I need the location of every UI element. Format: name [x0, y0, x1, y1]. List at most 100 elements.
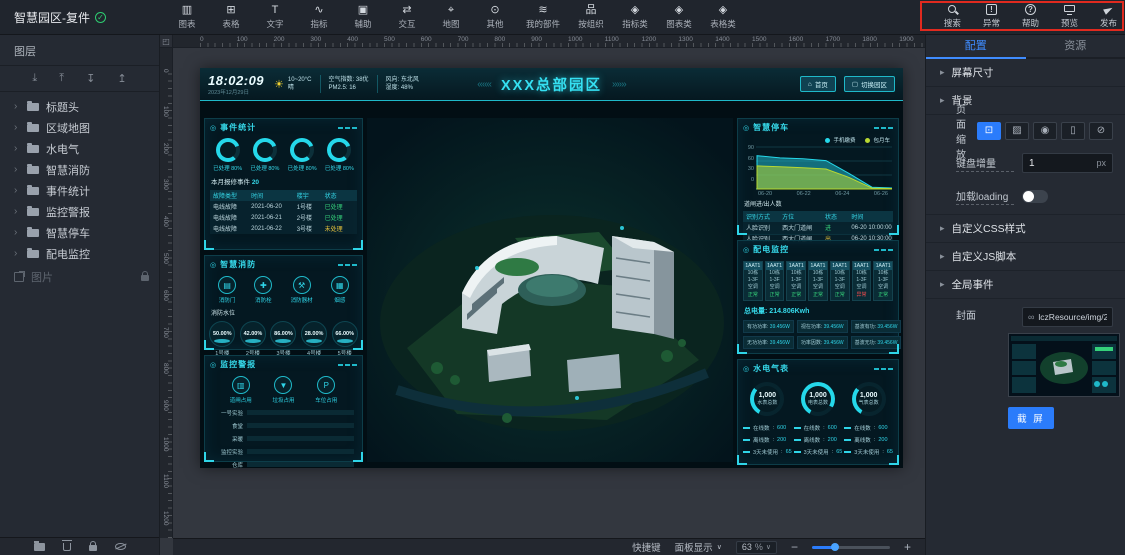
expand-caret-icon[interactable]: › — [14, 185, 20, 196]
layer-order-icon[interactable]: ⤓ — [32, 72, 37, 85]
tab-config[interactable]: 配置 — [926, 35, 1026, 59]
cover-url-field[interactable]: ∞ lczResource/img/2/d727a940 — [1022, 307, 1113, 327]
toolbar-item[interactable]: ⊙ 其他 — [482, 4, 508, 30]
toolbar-right-icon — [1063, 3, 1076, 16]
toolbar-item[interactable]: ◈ 指标类 — [622, 4, 648, 30]
shortcuts-button[interactable]: 快捷键 — [632, 540, 661, 554]
ruler-corner-toggle[interactable]: ◰ — [160, 35, 173, 48]
delete-icon[interactable] — [63, 543, 71, 551]
monitor-device: ▼ 垃圾占用 — [272, 376, 294, 404]
toolbar-right-item[interactable]: 发布 — [1100, 3, 1117, 29]
zoom-out-button[interactable]: − — [791, 540, 798, 554]
toolbar-item[interactable]: ≋ 我的部件 — [526, 4, 560, 30]
toolbar-right-icon — [985, 3, 998, 16]
section-screen-size[interactable]: ▸ 屏幕尺寸 — [926, 59, 1125, 87]
toolbar-right-item[interactable]: 异常 — [983, 3, 1000, 29]
toolbar-item[interactable]: ▥ 图表 — [174, 4, 200, 30]
time-text: 18:02:09 — [208, 73, 264, 88]
toolbar-right-item[interactable]: 搜索 — [944, 3, 961, 29]
panel-dashes-icon — [874, 127, 893, 129]
panel-power-monitor[interactable]: ◎ 配电监控 1AAT1 10栋 1-3F 空调 正常 — [737, 240, 899, 354]
loading-toggle[interactable] — [1022, 190, 1048, 203]
page-zoom-mode-button[interactable]: ⊘ — [1089, 122, 1113, 140]
expand-caret-icon[interactable]: › — [14, 206, 20, 217]
hide-layers-icon[interactable] — [115, 543, 126, 550]
dashboard-header[interactable]: 18:02:09 2023年12月29日 ☀ 10~20°C 晴 空气指数: 3… — [200, 68, 903, 101]
layer-order-icon[interactable]: ↧ — [86, 72, 95, 85]
layer-image-item[interactable]: 图片 — [0, 266, 159, 287]
toolbar-right-item[interactable]: 帮助 — [1022, 3, 1039, 29]
toolbar-item-label: 图表类 — [666, 18, 692, 30]
group-folder-icon[interactable] — [34, 543, 45, 551]
panel-utility-meters[interactable]: ◎ 水电气表 1,000 水表总数 — [737, 359, 899, 465]
dashboard-canvas[interactable]: 18:02:09 2023年12月29日 ☀ 10~20°C 晴 空气指数: 3… — [200, 68, 903, 468]
expand-caret-icon[interactable]: › — [14, 227, 20, 238]
page-zoom-mode-button[interactable]: ▨ — [1005, 122, 1029, 140]
x-tick: 06-20 — [758, 191, 772, 197]
layer-group-item[interactable]: › 智慧消防 — [0, 159, 159, 180]
toolbar-item[interactable]: ⊞ 表格 — [218, 4, 244, 30]
page-zoom-mode-button[interactable]: ◉ — [1033, 122, 1057, 140]
toolbar-item-label: 交互 — [398, 18, 415, 30]
layer-group-item[interactable]: › 配电监控 — [0, 243, 159, 264]
panel-title: 监控警报 — [220, 359, 334, 370]
panel-display-dropdown[interactable]: 面板显示 ∨ — [675, 540, 722, 554]
layer-group-item[interactable]: › 智慧停车 — [0, 222, 159, 243]
panel-event-stats[interactable]: ◎ 事件统计 已处理 80% 已处理 80% — [204, 118, 363, 250]
expand-caret-icon[interactable]: › — [14, 248, 20, 259]
lock-icon[interactable] — [141, 275, 149, 281]
ring-gauge — [290, 138, 314, 162]
expand-caret-icon[interactable]: › — [14, 101, 20, 112]
transformer-status: 正常 — [874, 291, 892, 298]
section-custom-js[interactable]: ▸ 自定义JS脚本 — [926, 243, 1125, 271]
screenshot-button[interactable]: 截 屏 — [1008, 407, 1054, 429]
toolbar-item[interactable]: ⌖ 地图 — [438, 4, 464, 30]
canvas-area[interactable]: 18:02:09 2023年12月29日 ☀ 10~20°C 晴 空气指数: 3… — [173, 48, 925, 538]
alarm-bar-track — [247, 462, 354, 467]
x-tick: 06-22 — [797, 191, 811, 197]
zoom-select[interactable]: 63 % ∨ — [736, 541, 777, 554]
fire-device: ▦ 烟感 — [331, 276, 349, 304]
alarm-bar-label: 食堂 — [209, 422, 243, 430]
cover-thumbnail[interactable] — [1008, 333, 1120, 397]
transformer-status: 正常 — [831, 291, 849, 298]
layer-group-item[interactable]: › 区域地图 — [0, 117, 159, 138]
panel-monitor-alarm[interactable]: ◎ 监控警报 ▥ 道闸占用 ▼ 垃圾占用 — [204, 355, 363, 462]
fire-device-label: 烟感 — [334, 296, 345, 304]
toolbar-item[interactable]: ⇄ 交互 — [394, 4, 420, 30]
layer-group-item[interactable]: › 监控警报 — [0, 201, 159, 222]
toolbar-item[interactable]: T 文字 — [262, 4, 288, 30]
page-zoom-mode-button[interactable]: ▯ — [1061, 122, 1085, 140]
keyboard-step-input[interactable] — [1029, 158, 1096, 169]
layer-order-icon[interactable]: ↥ — [117, 72, 126, 85]
lock-layers-icon[interactable] — [89, 545, 97, 551]
tab-resources[interactable]: 资源 — [1026, 35, 1125, 57]
layer-order-icon[interactable]: ⤒ — [59, 72, 64, 85]
section-global-events[interactable]: ▸ 全局事件 — [926, 271, 1125, 299]
folder-icon — [27, 250, 39, 258]
ring-gauge-label: 已处理 80% — [213, 164, 242, 172]
expand-caret-icon[interactable]: › — [14, 122, 20, 133]
zoom-slider[interactable] — [812, 546, 890, 549]
expand-caret-icon[interactable]: › — [14, 143, 20, 154]
panel-icon: ◎ — [210, 361, 216, 369]
home-button[interactable]: ⌂首页 — [800, 76, 836, 92]
zoom-slider-knob[interactable] — [831, 543, 839, 551]
switch-park-button[interactable]: ▢切换园区 — [844, 76, 895, 92]
panel-smart-fire[interactable]: ◎ 智慧消防 ▤ 消防门 ✚ 消防栓 ⚒ — [204, 255, 363, 350]
expand-caret-icon[interactable]: › — [14, 164, 20, 175]
toolbar-item[interactable]: ▣ 辅助 — [350, 4, 376, 30]
panel-smart-parking[interactable]: ◎ 智慧停车 手机缴费 包月车 — [737, 118, 899, 235]
toolbar-item[interactable]: ◈ 图表类 — [666, 4, 692, 30]
toolbar-right-item[interactable]: 预览 — [1061, 3, 1078, 29]
layer-group-item[interactable]: › 标题头 — [0, 96, 159, 117]
layer-group-item[interactable]: › 事件统计 — [0, 180, 159, 201]
layer-group-item[interactable]: › 水电气 — [0, 138, 159, 159]
section-custom-css[interactable]: ▸ 自定义CSS样式 — [926, 215, 1125, 243]
zoom-in-button[interactable]: + — [904, 540, 911, 554]
toolbar-item[interactable]: ◈ 表格类 — [710, 4, 736, 30]
toolbar-item[interactable]: ∿ 指标 — [306, 4, 332, 30]
campus-3d-image[interactable] — [367, 118, 733, 462]
page-zoom-mode-button[interactable]: ⊡ — [977, 122, 1001, 140]
toolbar-item[interactable]: 品 按组织 — [578, 4, 604, 30]
